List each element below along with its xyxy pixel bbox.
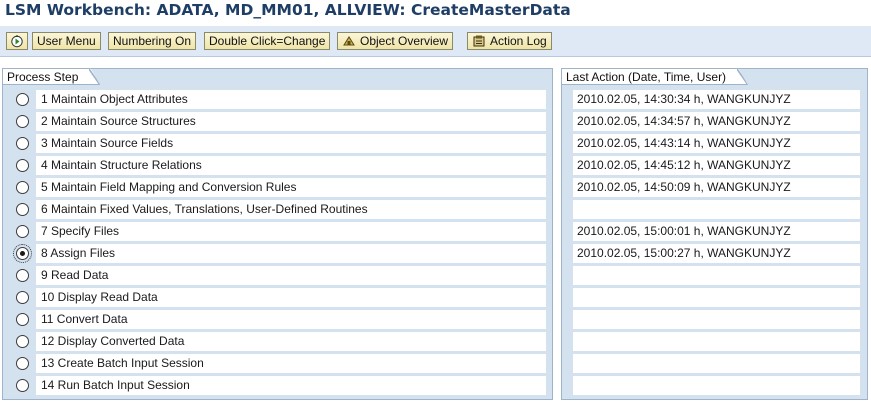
last-action-value [573, 332, 860, 351]
process-step-label: 12 Display Converted Data [36, 332, 546, 351]
process-step-radio[interactable] [16, 93, 29, 106]
last-action-row [562, 375, 867, 397]
last-action-row: 2010.02.05, 14:43:14 h, WANGKUNJYZ [562, 133, 867, 155]
process-step-radio[interactable] [16, 115, 29, 128]
last-action-value [573, 266, 860, 285]
user-menu-button[interactable]: User Menu [32, 32, 101, 50]
process-step-radio[interactable] [16, 291, 29, 304]
process-step-label: 2 Maintain Source Structures [36, 112, 546, 131]
object-overview-button[interactable]: Object Overview [337, 32, 454, 50]
process-step-label: 11 Convert Data [36, 310, 546, 329]
process-step-row[interactable]: 9 Read Data [3, 265, 552, 287]
last-action-value [573, 288, 860, 307]
process-step-row[interactable]: 2 Maintain Source Structures [3, 111, 552, 133]
process-step-row[interactable]: 8 Assign Files [3, 243, 552, 265]
last-action-header: Last Action (Date, Time, User) [561, 68, 748, 85]
last-action-row: 2010.02.05, 15:00:01 h, WANGKUNJYZ [562, 221, 867, 243]
process-step-label: 4 Maintain Structure Relations [36, 156, 546, 175]
process-step-label: 13 Create Batch Input Session [36, 354, 546, 373]
last-action-value: 2010.02.05, 15:00:27 h, WANGKUNJYZ [573, 244, 860, 263]
execute-button[interactable] [6, 32, 28, 50]
process-step-row[interactable]: 5 Maintain Field Mapping and Conversion … [3, 177, 552, 199]
process-step-label: 7 Specify Files [36, 222, 546, 241]
process-step-label: 1 Maintain Object Attributes [36, 90, 546, 109]
last-action-value: 2010.02.05, 15:00:01 h, WANGKUNJYZ [573, 222, 860, 241]
last-action-row: 2010.02.05, 14:50:09 h, WANGKUNJYZ [562, 177, 867, 199]
action-log-button[interactable]: Action Log [467, 32, 552, 50]
last-action-row [562, 353, 867, 375]
process-step-label: 9 Read Data [36, 266, 546, 285]
last-action-row: 2010.02.05, 14:34:57 h, WANGKUNJYZ [562, 111, 867, 133]
window-title: LSM Workbench: ADATA, MD_MM01, ALLVIEW: … [5, 1, 571, 19]
process-step-radio[interactable] [16, 335, 29, 348]
process-step-row[interactable]: 4 Maintain Structure Relations [3, 155, 552, 177]
last-action-row [562, 199, 867, 221]
process-step-radio[interactable] [16, 357, 29, 370]
numbering-on-button[interactable]: Numbering On [108, 32, 197, 50]
last-action-value: 2010.02.05, 14:50:09 h, WANGKUNJYZ [573, 178, 860, 197]
last-action-row [562, 331, 867, 353]
process-step-label: 6 Maintain Fixed Values, Translations, U… [36, 200, 546, 219]
process-step-label: 10 Display Read Data [36, 288, 546, 307]
process-step-row[interactable]: 1 Maintain Object Attributes [3, 89, 552, 111]
object-overview-label: Object Overview [360, 34, 449, 48]
process-step-radio[interactable] [13, 244, 32, 263]
process-step-radio[interactable] [16, 225, 29, 238]
last-action-row [562, 309, 867, 331]
process-step-label: 8 Assign Files [36, 244, 546, 263]
process-step-header: Process Step [2, 68, 100, 85]
action-log-label: Action Log [490, 34, 547, 48]
application-toolbar: User Menu Numbering On Double Click=Chan… [0, 26, 871, 57]
last-action-list: 2010.02.05, 14:30:34 h, WANGKUNJYZ 2010.0… [562, 89, 867, 397]
process-step-panel: Process Step 1 Maintain Object Attribute… [2, 68, 553, 400]
process-step-radio[interactable] [16, 159, 29, 172]
process-step-radio[interactable] [16, 181, 29, 194]
process-step-radio[interactable] [16, 379, 29, 392]
last-action-row: 2010.02.05, 14:30:34 h, WANGKUNJYZ [562, 89, 867, 111]
execute-icon [11, 35, 23, 48]
process-step-label: 3 Maintain Source Fields [36, 134, 546, 153]
process-step-row[interactable]: 3 Maintain Source Fields [3, 133, 552, 155]
last-action-row [562, 265, 867, 287]
last-action-panel: Last Action (Date, Time, User) 2010.02.0… [561, 68, 868, 400]
process-step-label: 14 Run Batch Input Session [36, 376, 546, 395]
last-action-value: 2010.02.05, 14:34:57 h, WANGKUNJYZ [573, 112, 860, 131]
process-step-radio[interactable] [16, 269, 29, 282]
process-step-row[interactable]: 6 Maintain Fixed Values, Translations, U… [3, 199, 552, 221]
last-action-value [573, 200, 860, 219]
action-log-icon [473, 35, 485, 47]
last-action-row: 2010.02.05, 14:45:12 h, WANGKUNJYZ [562, 155, 867, 177]
double-click-change-button[interactable]: Double Click=Change [204, 32, 331, 50]
last-action-value [573, 310, 860, 329]
process-step-row[interactable]: 12 Display Converted Data [3, 331, 552, 353]
user-menu-label: User Menu [37, 34, 96, 48]
double-click-change-label: Double Click=Change [209, 34, 326, 48]
process-step-radio[interactable] [16, 203, 29, 216]
last-action-value [573, 376, 860, 395]
last-action-value: 2010.02.05, 14:30:34 h, WANGKUNJYZ [573, 90, 860, 109]
process-step-row[interactable]: 11 Convert Data [3, 309, 552, 331]
last-action-row [562, 287, 867, 309]
process-step-row[interactable]: 13 Create Batch Input Session [3, 353, 552, 375]
last-action-value: 2010.02.05, 14:45:12 h, WANGKUNJYZ [573, 156, 860, 175]
numbering-on-label: Numbering On [113, 34, 192, 48]
process-step-radio[interactable] [16, 137, 29, 150]
last-action-value [573, 354, 860, 373]
title-bar: LSM Workbench: ADATA, MD_MM01, ALLVIEW: … [0, 0, 871, 27]
process-step-row[interactable]: 14 Run Batch Input Session [3, 375, 552, 397]
object-overview-icon [343, 36, 355, 46]
last-action-row: 2010.02.05, 15:00:27 h, WANGKUNJYZ [562, 243, 867, 265]
process-step-list: 1 Maintain Object Attributes 2 Maintain S… [3, 89, 552, 397]
process-step-row[interactable]: 7 Specify Files [3, 221, 552, 243]
process-step-radio[interactable] [16, 313, 29, 326]
process-step-label: 5 Maintain Field Mapping and Conversion … [36, 178, 546, 197]
process-step-row[interactable]: 10 Display Read Data [3, 287, 552, 309]
last-action-value: 2010.02.05, 14:43:14 h, WANGKUNJYZ [573, 134, 860, 153]
